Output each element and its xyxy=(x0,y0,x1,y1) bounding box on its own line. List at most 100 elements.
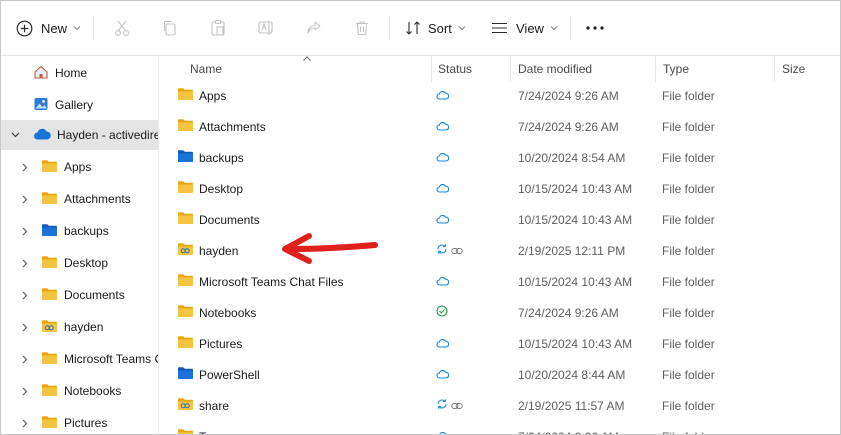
cloud-status-icon xyxy=(436,368,450,382)
sidebar-item-onedrive[interactable]: Hayden - activedire xyxy=(1,120,159,150)
column-divider[interactable] xyxy=(655,56,656,82)
more-options-button[interactable] xyxy=(585,13,605,43)
column-header-size[interactable]: Size xyxy=(782,56,805,82)
table-row[interactable]: Documents 10/15/2024 10:43 AM File folder xyxy=(160,204,840,235)
name-cell[interactable]: Desktop xyxy=(177,173,243,204)
file-name: Attachments xyxy=(199,119,266,134)
name-cell[interactable]: Pictures xyxy=(177,328,242,359)
chevron-right-icon[interactable] xyxy=(20,162,30,172)
column-header-status[interactable]: Status xyxy=(438,56,472,82)
table-row[interactable]: Desktop 10/15/2024 10:43 AM File folder xyxy=(160,173,840,204)
sidebar-item-gallery[interactable]: Gallery xyxy=(1,90,159,120)
shared-folder-icon xyxy=(177,242,194,259)
sidebar-item-microsoft-teams-c[interactable]: Microsoft Teams C xyxy=(1,344,159,374)
delete-button[interactable] xyxy=(353,13,371,43)
available-check-icon xyxy=(436,305,448,320)
name-cell[interactable]: Apps xyxy=(177,80,226,111)
paste-button[interactable] xyxy=(209,13,227,43)
type-cell: File folder xyxy=(662,181,715,196)
column-header-date-modified[interactable]: Date modified xyxy=(518,56,592,82)
chevron-right-icon[interactable] xyxy=(20,258,30,268)
name-cell[interactable]: PowerShell xyxy=(177,359,260,390)
sidebar-item-backups[interactable]: backups xyxy=(1,216,159,246)
date-modified-cell: 7/24/2024 9:26 AM xyxy=(518,119,619,134)
sidebar-item-pictures[interactable]: Pictures xyxy=(1,408,159,434)
paste-icon xyxy=(209,19,227,37)
column-header-type[interactable]: Type xyxy=(663,56,689,82)
column-divider[interactable] xyxy=(510,56,511,82)
name-cell[interactable]: Microsoft Teams Chat Files xyxy=(177,266,344,297)
chevron-right-icon[interactable] xyxy=(20,194,30,204)
table-row[interactable]: Pictures 10/15/2024 10:43 AM File folder xyxy=(160,328,840,359)
gallery-icon xyxy=(33,96,49,115)
sidebar-item-notebooks[interactable]: Notebooks xyxy=(1,376,159,406)
command-bar: New Sort View xyxy=(1,1,840,56)
chevron-right-icon[interactable] xyxy=(20,322,30,332)
cut-button[interactable] xyxy=(113,13,131,43)
chevron-right-icon[interactable] xyxy=(20,418,30,428)
status-cell xyxy=(436,142,450,173)
name-cell[interactable]: Notebooks xyxy=(177,297,256,328)
chevron-right-icon[interactable] xyxy=(20,386,30,396)
name-cell[interactable]: hayden xyxy=(177,235,238,266)
sidebar-item-desktop[interactable]: Desktop xyxy=(1,248,159,278)
file-name: Desktop xyxy=(199,181,244,196)
onedrive-cloud-icon xyxy=(33,128,51,143)
copy-button[interactable] xyxy=(161,13,179,43)
cloud-status-icon xyxy=(436,337,450,351)
share-button[interactable] xyxy=(305,13,323,43)
table-row[interactable]: hayden 2/19/2025 12:11 PM File folder xyxy=(160,235,840,266)
sidebar-item-documents[interactable]: Documents xyxy=(1,280,159,310)
folder-icon xyxy=(41,255,58,272)
table-row[interactable]: Microsoft Teams Chat Files 10/15/2024 10:… xyxy=(160,266,840,297)
new-button[interactable]: New xyxy=(16,13,81,43)
rename-button[interactable] xyxy=(257,13,275,43)
cloud-status-icon xyxy=(436,213,450,227)
table-row[interactable]: share 2/19/2025 11:57 AM File folder xyxy=(160,390,840,421)
type-cell: File folder xyxy=(662,119,715,134)
chevron-right-icon[interactable] xyxy=(20,354,30,364)
folder-icon xyxy=(177,180,194,197)
sidebar-item-attachments[interactable]: Attachments xyxy=(1,184,159,214)
column-divider[interactable] xyxy=(774,56,775,82)
table-row[interactable]: Attachments 7/24/2024 9:26 AM File folder xyxy=(160,111,840,142)
folder-icon xyxy=(41,383,58,400)
chevron-down-icon[interactable] xyxy=(10,130,20,140)
name-cell[interactable]: Documents xyxy=(177,204,260,235)
shared-folder-icon xyxy=(41,319,58,336)
status-cell xyxy=(436,80,450,111)
file-list: Name Status Date modified Type Size Apps… xyxy=(160,56,840,434)
sidebar-item-label: Notebooks xyxy=(64,384,122,398)
new-button-label: New xyxy=(41,20,68,36)
sidebar-item-hayden[interactable]: hayden xyxy=(1,312,159,342)
toolbar-divider xyxy=(570,16,571,40)
column-divider[interactable] xyxy=(431,56,432,82)
name-cell[interactable]: T... xyxy=(177,421,215,434)
chevron-right-icon[interactable] xyxy=(20,290,30,300)
column-header-name[interactable]: Name xyxy=(190,56,222,82)
sidebar-item-label: Home xyxy=(55,66,88,80)
folder-icon xyxy=(177,211,194,228)
chevron-right-icon[interactable] xyxy=(20,226,30,236)
table-row[interactable]: backups 10/20/2024 8:54 AM File folder xyxy=(160,142,840,173)
date-modified-cell: 7/24/2024 9:26 AM xyxy=(518,305,619,320)
date-modified-cell: 7/24/2024 9:26 AM xyxy=(518,88,619,103)
table-row[interactable]: Notebooks 7/24/2024 9:26 AM File folder xyxy=(160,297,840,328)
table-row[interactable]: Apps 7/24/2024 9:26 AM File folder xyxy=(160,80,840,111)
sidebar-item-label: Gallery xyxy=(55,98,94,112)
plus-icon xyxy=(16,20,33,37)
chevron-down-icon xyxy=(458,25,466,31)
sidebar-item-home[interactable]: Home xyxy=(1,58,159,88)
sort-icon xyxy=(405,20,421,36)
link-shared-icon xyxy=(451,244,463,258)
folder-icon xyxy=(177,273,194,290)
view-button[interactable]: View xyxy=(491,13,558,43)
sidebar-item-apps[interactable]: Apps xyxy=(1,152,159,182)
table-row[interactable]: PowerShell 10/20/2024 8:44 AM File folder xyxy=(160,359,840,390)
table-row[interactable]: T... 7/24/2024 9:26 AM File folder xyxy=(160,421,840,434)
name-cell[interactable]: Attachments xyxy=(177,111,266,142)
sidebar-item-label: hayden xyxy=(64,320,104,334)
name-cell[interactable]: backups xyxy=(177,142,244,173)
sort-button[interactable]: Sort xyxy=(405,13,466,43)
name-cell[interactable]: share xyxy=(177,390,229,421)
